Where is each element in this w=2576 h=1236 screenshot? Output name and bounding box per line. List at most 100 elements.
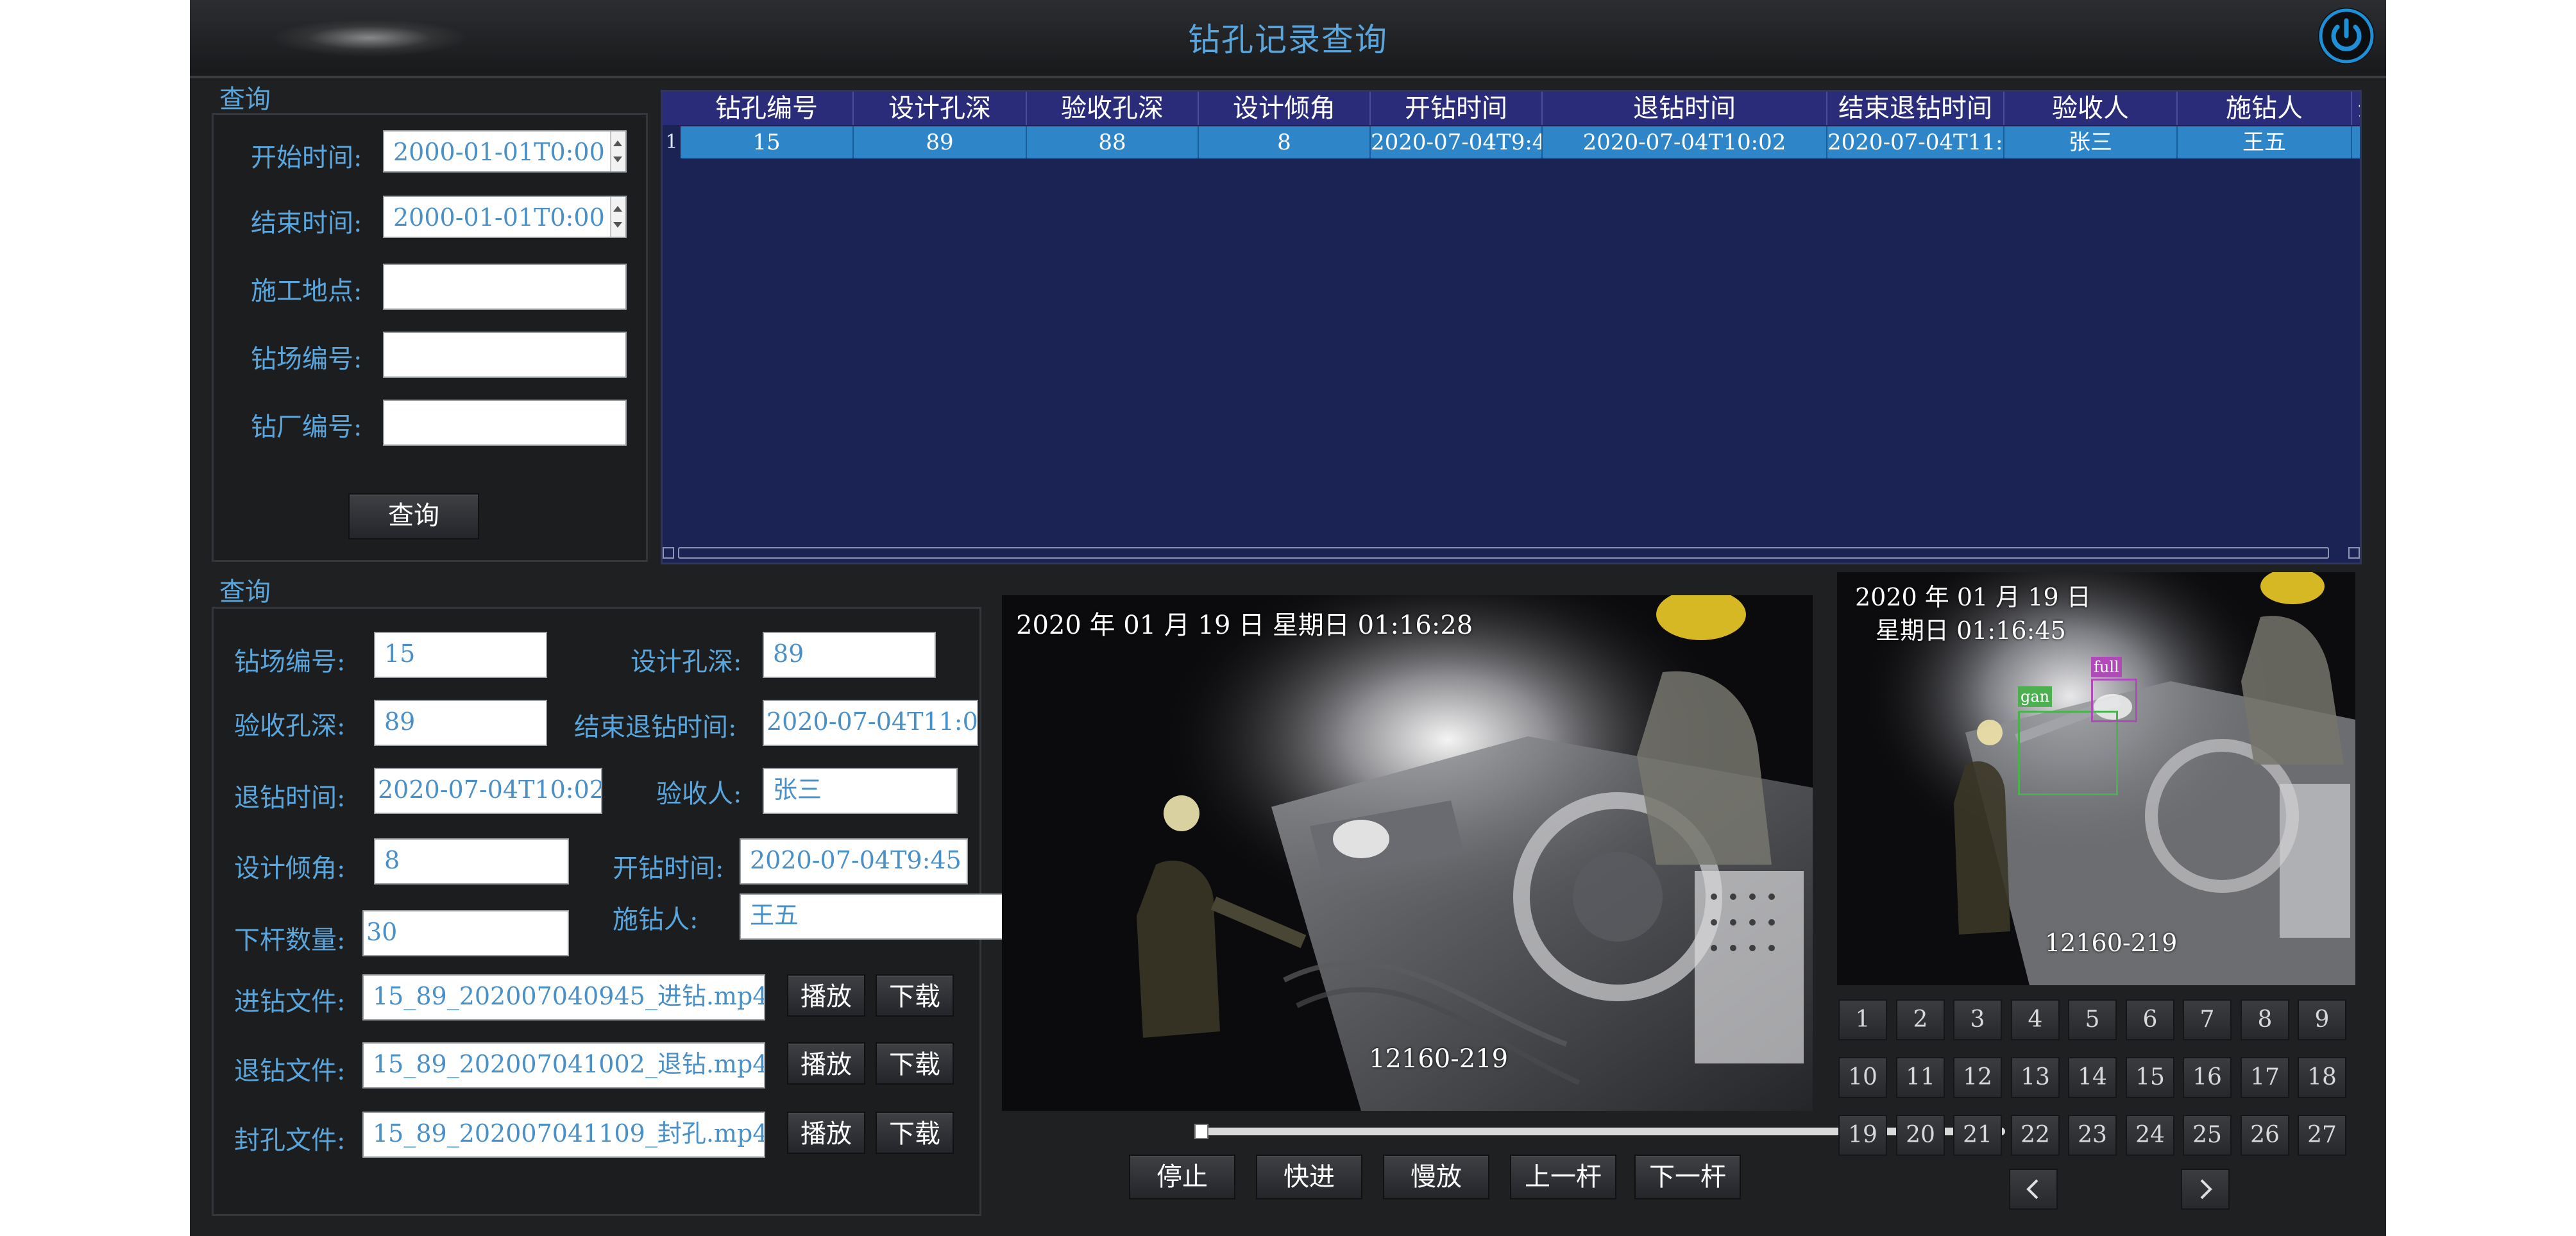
detail-accept-depth-input[interactable]: 89 bbox=[374, 700, 547, 746]
app-title: 钻孔记录查询 bbox=[1188, 21, 1388, 58]
rod-number-button[interactable]: 13 bbox=[2011, 1057, 2060, 1098]
rod-number-button[interactable]: 8 bbox=[2241, 999, 2289, 1040]
enter-file-download-button[interactable]: 下载 bbox=[876, 974, 954, 1017]
cell-accept-depth[interactable]: 88 bbox=[1027, 126, 1199, 158]
end-time-label: 结束时间: bbox=[251, 208, 362, 238]
rod-number-button[interactable]: 1 bbox=[1838, 999, 1887, 1040]
prev-rod-button[interactable]: 上一杆 bbox=[1510, 1155, 1616, 1199]
rod-number-button[interactable]: 25 bbox=[2183, 1115, 2232, 1156]
rod-number-button[interactable]: 12 bbox=[1953, 1057, 2002, 1098]
search-button[interactable]: 查询 bbox=[348, 493, 479, 539]
power-button[interactable] bbox=[2318, 8, 2375, 64]
rod-number-button[interactable]: 17 bbox=[2241, 1057, 2289, 1098]
detail-retreat-input[interactable]: 2020-07-04T10:02 bbox=[374, 768, 602, 814]
scroll-thumb[interactable] bbox=[678, 547, 2329, 559]
stop-button[interactable]: 停止 bbox=[1129, 1155, 1235, 1199]
detection-label-full: full bbox=[2091, 657, 2122, 677]
scroll-right-arrow-icon[interactable] bbox=[2348, 547, 2360, 559]
main-video-player[interactable]: 2020 年 01 月 19 日 星期日 01:16:28 12160-219 bbox=[1002, 595, 1813, 1111]
rod-number-button[interactable]: 27 bbox=[2298, 1115, 2346, 1156]
rod-number-button[interactable]: 26 bbox=[2241, 1115, 2289, 1156]
rod-number-button[interactable]: 16 bbox=[2183, 1057, 2232, 1098]
cell-driller[interactable]: 王五 bbox=[2178, 126, 2352, 158]
cell-start-time[interactable]: 2020-07-04T9:45 bbox=[1371, 126, 1543, 158]
slow-play-button[interactable]: 慢放 bbox=[1383, 1155, 1489, 1199]
cell-retreat-time[interactable]: 2020-07-04T10:02 bbox=[1543, 126, 1827, 158]
rod-number-button[interactable]: 22 bbox=[2011, 1115, 2060, 1156]
rod-number-button[interactable]: 15 bbox=[2126, 1057, 2174, 1098]
col-hole-no[interactable]: 钻孔编号 bbox=[681, 92, 854, 125]
rod-number-button[interactable]: 19 bbox=[1838, 1115, 1887, 1156]
pager-next-button[interactable] bbox=[2181, 1169, 2230, 1210]
col-acceptor[interactable]: 验收人 bbox=[2004, 92, 2178, 125]
rod-number-button[interactable]: 21 bbox=[1953, 1115, 2002, 1156]
site-input[interactable] bbox=[383, 264, 627, 310]
rod-number-button[interactable]: 10 bbox=[1838, 1057, 1887, 1098]
detection-video-player[interactable]: 2020 年 01 月 19 日 星期日 01:16:45 gan full 1… bbox=[1837, 572, 2355, 985]
rod-number-button[interactable]: 11 bbox=[1896, 1057, 1945, 1098]
cell-acceptor[interactable]: 张三 bbox=[2004, 126, 2178, 158]
col-accept-depth[interactable]: 验收孔深 bbox=[1027, 92, 1199, 125]
side-video-camera-id: 12160-219 bbox=[2045, 929, 2178, 957]
retreat-file-download-button[interactable]: 下载 bbox=[876, 1042, 954, 1085]
cell-hole-no[interactable]: 15 bbox=[681, 126, 854, 158]
rod-number-button[interactable]: 2 bbox=[1896, 999, 1945, 1040]
fast-forward-button[interactable]: 快进 bbox=[1256, 1155, 1362, 1199]
col-driller[interactable]: 施钻人 bbox=[2178, 92, 2352, 125]
rod-number-button[interactable]: 5 bbox=[2068, 999, 2117, 1040]
cell-record[interactable] bbox=[2352, 126, 2360, 158]
rod-number-button[interactable]: 14 bbox=[2068, 1057, 2117, 1098]
col-record[interactable]: 录 bbox=[2352, 92, 2360, 125]
seal-file-play-button[interactable]: 播放 bbox=[787, 1112, 865, 1154]
detail-driller-input[interactable]: 王五 bbox=[740, 893, 1004, 940]
start-time-input[interactable]: 2000-01-01T0:00 bbox=[383, 130, 627, 173]
rod-number-button[interactable]: 6 bbox=[2126, 999, 2174, 1040]
start-time-spinner[interactable] bbox=[610, 131, 625, 171]
end-time-spinner[interactable] bbox=[610, 197, 625, 237]
rod-number-button[interactable]: 20 bbox=[1896, 1115, 1945, 1156]
rod-number-button[interactable]: 4 bbox=[2011, 999, 2060, 1040]
factory-no-input[interactable] bbox=[383, 400, 627, 446]
table-row[interactable]: 1 15 89 88 8 2020-07-04T9:45 2020-07-04T… bbox=[663, 126, 2360, 158]
rod-number-button[interactable]: 9 bbox=[2298, 999, 2346, 1040]
cell-design-angle[interactable]: 8 bbox=[1199, 126, 1371, 158]
field-no-input[interactable] bbox=[383, 332, 627, 378]
cell-end-retreat-time[interactable]: 2020-07-04T11:... bbox=[1827, 126, 2004, 158]
rod-number-button[interactable]: 24 bbox=[2126, 1115, 2174, 1156]
rod-number-button[interactable]: 23 bbox=[2068, 1115, 2117, 1156]
col-retreat-time[interactable]: 退钻时间 bbox=[1543, 92, 1827, 125]
seek-knob[interactable] bbox=[1194, 1124, 1208, 1139]
detail-field-no-input[interactable]: 15 bbox=[374, 632, 547, 678]
site-label: 施工地点: bbox=[251, 276, 362, 306]
rod-number-button[interactable]: 7 bbox=[2183, 999, 2232, 1040]
detail-acceptor-input[interactable]: 张三 bbox=[763, 768, 958, 814]
table-header: 钻孔编号 设计孔深 验收孔深 设计倾角 开钻时间 退钻时间 结束退钻时间 验收人… bbox=[663, 92, 2360, 125]
scroll-left-arrow-icon[interactable] bbox=[663, 547, 674, 559]
query-panel: 开始时间: 2000-01-01T0:00 结束时间: 2000-01-01T0… bbox=[212, 113, 648, 562]
detail-angle-input[interactable]: 8 bbox=[374, 838, 569, 885]
horizontal-scrollbar[interactable] bbox=[663, 545, 2360, 561]
col-design-depth[interactable]: 设计孔深 bbox=[854, 92, 1027, 125]
detail-rods-input[interactable]: 30 bbox=[362, 910, 569, 956]
enter-file-label: 进钻文件: bbox=[234, 987, 346, 1017]
seal-file-input[interactable]: 15_89_202007041109_封孔.mp4 bbox=[362, 1112, 765, 1158]
col-design-angle[interactable]: 设计倾角 bbox=[1199, 92, 1371, 125]
detail-end-retreat-input[interactable]: 2020-07-04T11:09 bbox=[763, 700, 978, 746]
cell-design-depth[interactable]: 89 bbox=[854, 126, 1027, 158]
end-time-input[interactable]: 2000-01-01T0:00 bbox=[383, 196, 627, 238]
rod-number-button[interactable]: 3 bbox=[1953, 999, 2002, 1040]
enter-file-input[interactable]: 15_89_202007040945_进钻.mp4 bbox=[362, 974, 765, 1020]
enter-file-play-button[interactable]: 播放 bbox=[787, 974, 865, 1017]
retreat-file-input[interactable]: 15_89_202007041002_退钻.mp4 bbox=[362, 1042, 765, 1088]
retreat-file-play-button[interactable]: 播放 bbox=[787, 1042, 865, 1085]
pager-prev-button[interactable] bbox=[2009, 1169, 2058, 1210]
rod-number-button[interactable]: 18 bbox=[2298, 1057, 2346, 1098]
results-table: 钻孔编号 设计孔深 验收孔深 设计倾角 开钻时间 退钻时间 结束退钻时间 验收人… bbox=[661, 90, 2362, 564]
seal-file-download-button[interactable]: 下载 bbox=[876, 1112, 954, 1154]
start-time-value: 2000-01-01T0:00 bbox=[393, 138, 605, 166]
next-rod-button[interactable]: 下一杆 bbox=[1634, 1155, 1741, 1199]
detail-start-drill-input[interactable]: 2020-07-04T9:45 bbox=[740, 838, 968, 885]
detail-design-depth-input[interactable]: 89 bbox=[763, 632, 936, 678]
col-end-retreat-time[interactable]: 结束退钻时间 bbox=[1827, 92, 2004, 125]
col-start-time[interactable]: 开钻时间 bbox=[1371, 92, 1543, 125]
